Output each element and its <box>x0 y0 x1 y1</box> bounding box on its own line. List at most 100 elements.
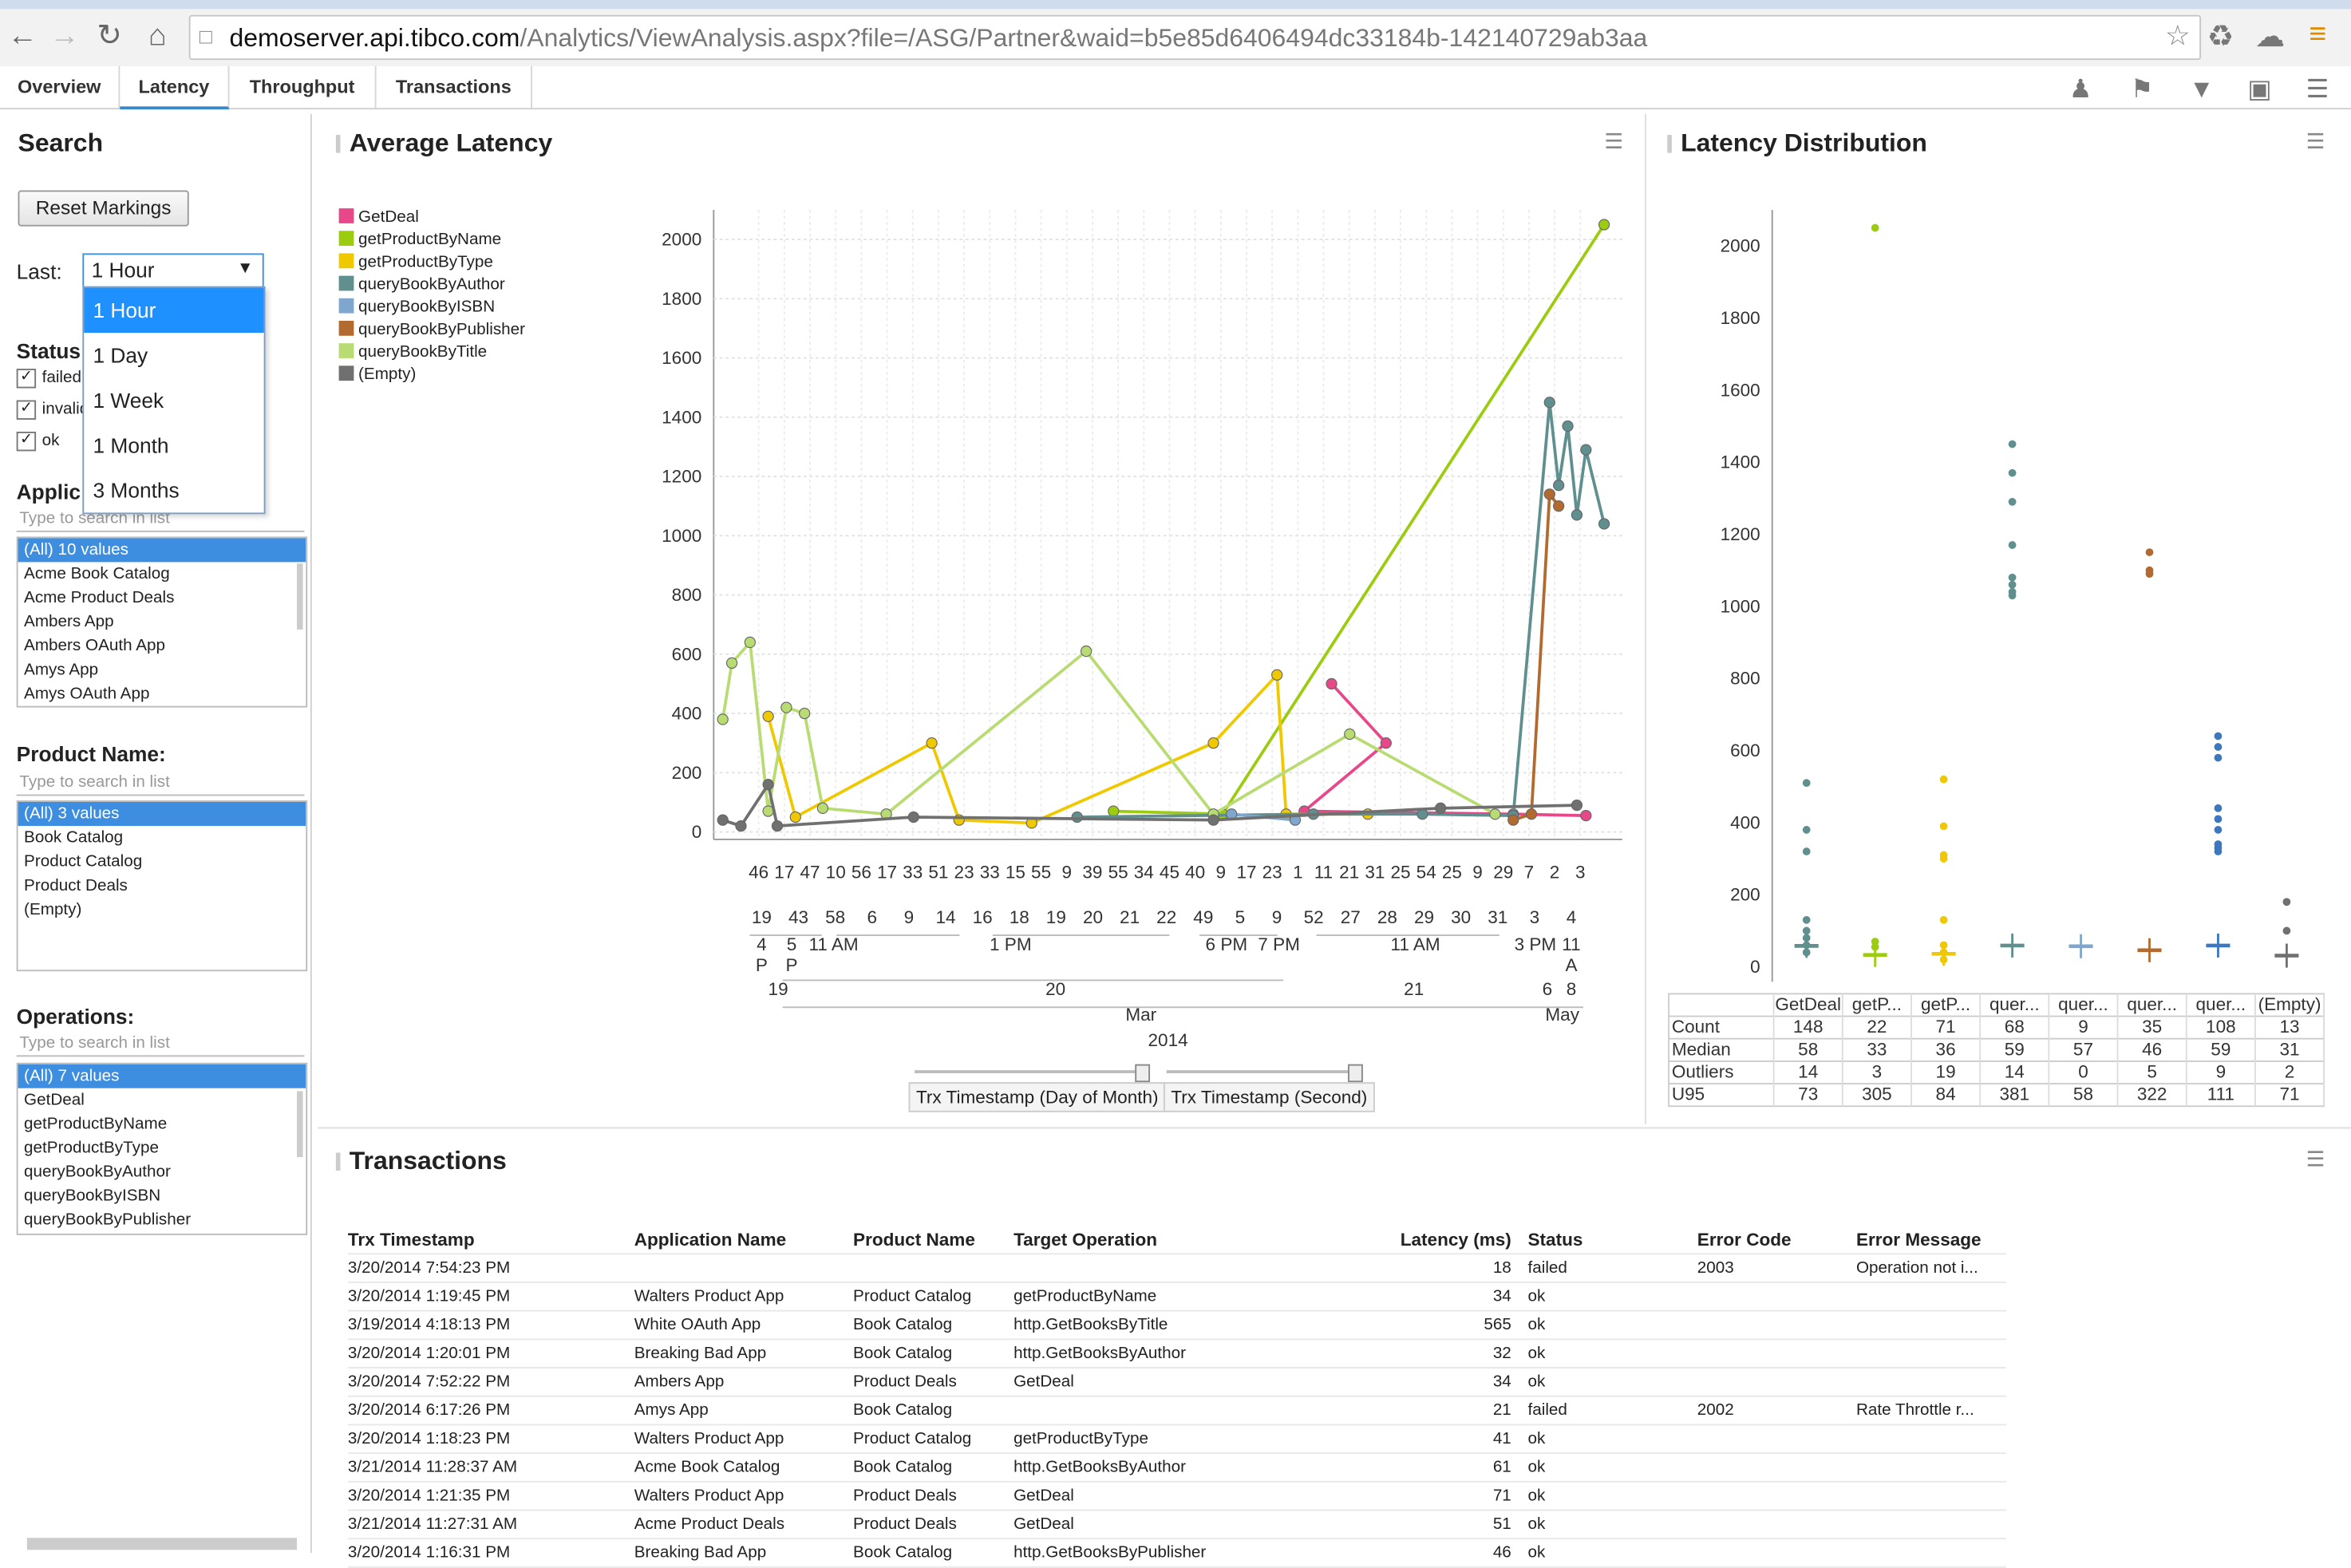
column-header[interactable]: Application Name <box>634 1226 844 1254</box>
distribution-point <box>2214 847 2223 855</box>
distribution-point <box>1939 855 1948 863</box>
stats-cell: 14 <box>2005 1062 2025 1082</box>
table-row[interactable]: 3/20/2014 1:18:23 PM Walters Product App P… <box>347 1425 2006 1455</box>
search-horizontal-scrollbar[interactable] <box>26 1538 298 1550</box>
table-cell: ok <box>1527 1543 1546 1562</box>
column-header[interactable]: Error Code <box>1697 1226 1847 1254</box>
table-cell: 3/20/2014 1:18:23 PM <box>347 1429 511 1448</box>
table-cell: Ambers App <box>634 1372 725 1392</box>
distribution-point <box>2008 573 2017 582</box>
table-row[interactable]: 3/20/2014 7:54:23 PM 18 failed 2003 Operatio… <box>347 1254 2006 1283</box>
table-cell: 51 <box>1492 1515 1511 1534</box>
table-cell: 46 <box>1492 1543 1511 1562</box>
table-cell: 3/20/2014 6:17:26 PM <box>347 1401 511 1420</box>
stats-cell: 3 <box>1872 1062 1883 1082</box>
stats-cell: 111 <box>2207 1084 2234 1104</box>
stats-cell: 9 <box>2078 1017 2088 1037</box>
stats-cell: 35 <box>2142 1017 2162 1037</box>
stats-column-header: getP... <box>1921 994 1970 1014</box>
distribution-point <box>2008 468 2017 477</box>
distribution-point <box>2008 541 2017 549</box>
transactions-title: Transactions <box>349 1146 507 1175</box>
panel-grip <box>335 1152 341 1171</box>
stats-cell: 13 <box>2280 1017 2300 1037</box>
column-header[interactable]: Product Name <box>853 1226 1003 1254</box>
table-cell: ok <box>1527 1372 1546 1392</box>
table-cell: Product Deals <box>853 1372 957 1392</box>
table-cell: ok <box>1527 1487 1546 1505</box>
table-row[interactable]: 3/20/2014 1:21:35 PM Walters Product App P… <box>347 1483 2006 1511</box>
table-row[interactable]: 3/21/2014 11:27:31 AM Acme Product Deals P… <box>347 1511 2006 1540</box>
distribution-point <box>1802 779 1811 788</box>
column-header[interactable]: Status <box>1527 1226 1677 1254</box>
table-cell: Book Catalog <box>853 1543 953 1562</box>
table-cell: Book Catalog <box>853 1344 953 1363</box>
operation-item[interactable]: queryBookByISBN <box>18 1184 306 1208</box>
table-cell: 21 <box>1492 1401 1511 1420</box>
stats-cell: 46 <box>2142 1039 2162 1059</box>
stats-cell: 71 <box>2280 1084 2300 1104</box>
table-row[interactable]: 3/20/2014 1:19:45 PM Walters Product App P… <box>347 1283 2006 1312</box>
table-cell: 3/20/2014 1:21:35 PM <box>347 1487 511 1505</box>
latency-distribution-chart[interactable]: 0 200 400 600 800 1000 1200 1400 1600 1800 2000 Get… <box>0 0 2351 1139</box>
stats-column-header: getP... <box>1852 994 1902 1014</box>
distribution-point <box>2282 898 2291 906</box>
table-cell: Product Catalog <box>853 1287 972 1306</box>
table-cell: 41 <box>1492 1429 1511 1448</box>
operation-item[interactable]: queryBookByPublisher <box>18 1208 306 1232</box>
table-cell: Book Catalog <box>853 1316 953 1334</box>
stats-cell: 84 <box>1936 1084 1956 1104</box>
y-tick-label: 400 <box>1730 812 1760 832</box>
distribution-point <box>2214 753 2223 762</box>
distribution-point <box>1802 847 1811 855</box>
table-cell: 2003 <box>1697 1258 1734 1278</box>
table-cell: 18 <box>1492 1258 1511 1278</box>
table-row[interactable]: 3/21/2014 11:28:37 AM Acme Book Catalog Bo… <box>347 1454 2006 1483</box>
column-header[interactable]: Latency (ms) <box>1204 1226 1511 1254</box>
table-row[interactable]: 3/19/2014 4:18:13 PM White OAuth App Book … <box>347 1312 2006 1341</box>
column-header[interactable]: Trx Timestamp <box>348 1226 626 1254</box>
table-row[interactable]: 3/20/2014 1:20:01 PM Breaking Bad App Book… <box>347 1340 2006 1369</box>
stats-cell: 59 <box>2211 1039 2230 1059</box>
table-row[interactable]: 3/20/2014 6:17:26 PM Amys App Book Catalog… <box>347 1397 2006 1426</box>
stats-cell: 108 <box>2206 1017 2236 1037</box>
table-cell: Acme Book Catalog <box>634 1458 780 1477</box>
distribution-point <box>1802 926 1811 935</box>
table-row[interactable]: 3/20/2014 7:52:22 PM Ambers App Product De… <box>347 1369 2006 1397</box>
stats-row-label: Median <box>1672 1039 1731 1059</box>
table-cell: Operation not i... <box>1855 1258 1978 1278</box>
stats-cell: 322 <box>2137 1084 2167 1104</box>
table-cell: 2002 <box>1697 1401 1734 1420</box>
stats-column-header: (Empty) <box>2258 994 2321 1014</box>
table-cell: Book Catalog <box>853 1401 953 1420</box>
y-tick-label: 1200 <box>1721 524 1760 544</box>
stats-cell: 58 <box>2073 1084 2093 1104</box>
distribution-point <box>2214 743 2223 751</box>
distribution-point <box>2214 826 2223 834</box>
panel-menu-icon[interactable]: ☰ <box>2306 1147 2325 1172</box>
table-cell: 3/21/2014 11:27:31 AM <box>347 1515 518 1534</box>
y-tick-label: 200 <box>1730 885 1760 905</box>
table-row[interactable]: 3/20/2014 1:16:31 PM Breaking Bad App Book… <box>347 1539 2006 1568</box>
table-cell: Product Catalog <box>853 1429 972 1448</box>
distribution-point <box>1802 826 1811 834</box>
stats-cell: 22 <box>1867 1017 1887 1037</box>
stats-cell: 5 <box>2147 1062 2157 1082</box>
distribution-point <box>2008 440 2017 448</box>
table-cell: 71 <box>1492 1487 1511 1505</box>
operation-item[interactable]: queryBookByAuthor <box>18 1160 306 1184</box>
stats-cell: 68 <box>2005 1017 2025 1037</box>
operation-item[interactable]: getProductByType <box>18 1136 306 1160</box>
y-tick-label: 800 <box>1730 669 1760 689</box>
y-tick-label: 0 <box>1750 957 1760 977</box>
column-header[interactable]: Error Message <box>1856 1226 2006 1254</box>
stats-cell: 14 <box>1798 1062 1818 1082</box>
y-tick-label: 1800 <box>1721 308 1760 328</box>
distribution-point <box>2008 580 2017 589</box>
distribution-point <box>1871 223 1879 232</box>
distribution-point <box>2145 548 2154 556</box>
distribution-point <box>2282 926 2291 935</box>
distribution-point <box>2214 732 2223 741</box>
table-cell: White OAuth App <box>634 1316 761 1334</box>
stats-cell: 59 <box>2005 1039 2025 1059</box>
